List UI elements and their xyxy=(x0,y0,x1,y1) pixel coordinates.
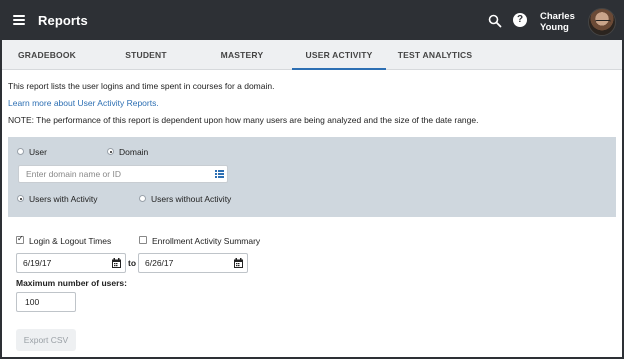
menu-icon[interactable] xyxy=(13,15,25,25)
help-icon[interactable]: ? xyxy=(513,13,527,27)
without-activity-radio[interactable] xyxy=(139,195,146,202)
with-activity-radio[interactable] xyxy=(17,195,24,202)
tab-mastery[interactable]: MASTERY xyxy=(198,40,286,70)
scope-domain-label: Domain xyxy=(119,147,149,157)
login-logout-checkbox[interactable] xyxy=(16,234,24,244)
learn-more-link[interactable]: Learn more about User Activity Reports. xyxy=(8,98,159,108)
end-date-input[interactable]: 6/26/17 xyxy=(138,253,248,273)
end-date-value: 6/26/17 xyxy=(145,258,174,268)
user-name[interactable]: Charles Young xyxy=(540,11,584,33)
search-icon[interactable] xyxy=(488,14,502,28)
list-icon[interactable] xyxy=(215,170,224,178)
scope-domain-radio[interactable] xyxy=(107,148,114,155)
performance-note: NOTE: The performance of this report is … xyxy=(8,115,479,125)
page-title: Reports xyxy=(38,13,88,28)
app-window: Reports ? Charles Young GRADEBOOK STUDEN… xyxy=(0,0,624,359)
scope-user-label: User xyxy=(29,147,47,157)
tab-gradebook[interactable]: GRADEBOOK xyxy=(8,40,86,70)
report-description: This report lists the user logins and ti… xyxy=(8,81,275,91)
start-date-value: 6/19/17 xyxy=(23,258,52,268)
tab-student[interactable]: STUDENT xyxy=(102,40,190,70)
report-tabs: GRADEBOOK STUDENT MASTERY USER ACTIVITY … xyxy=(2,40,622,70)
filter-panel: User Domain Enter domain name or ID User… xyxy=(8,137,616,217)
login-logout-label: Login & Logout Times xyxy=(29,236,112,246)
scope-user-radio[interactable] xyxy=(17,148,24,155)
without-activity-label: Users without Activity xyxy=(151,194,232,204)
with-activity-label: Users with Activity xyxy=(29,194,98,204)
calendar-icon[interactable] xyxy=(234,258,243,268)
max-users-label: Maximum number of users: xyxy=(16,278,127,288)
start-date-input[interactable]: 6/19/17 xyxy=(16,253,126,273)
max-users-input[interactable]: 100 xyxy=(16,292,76,312)
domain-search-input[interactable]: Enter domain name or ID xyxy=(18,165,228,183)
top-app-bar: Reports ? Charles Young xyxy=(2,2,622,40)
avatar[interactable] xyxy=(588,8,616,36)
enrollment-summary-label: Enrollment Activity Summary xyxy=(152,236,261,246)
enrollment-summary-checkbox[interactable] xyxy=(139,236,147,244)
tab-test-analytics[interactable]: TEST ANALYTICS xyxy=(392,40,478,70)
export-csv-button[interactable]: Export CSV xyxy=(16,329,76,351)
calendar-icon[interactable] xyxy=(112,258,121,268)
date-range-to-label: to xyxy=(128,258,137,268)
tab-user-activity[interactable]: USER ACTIVITY xyxy=(292,40,386,70)
